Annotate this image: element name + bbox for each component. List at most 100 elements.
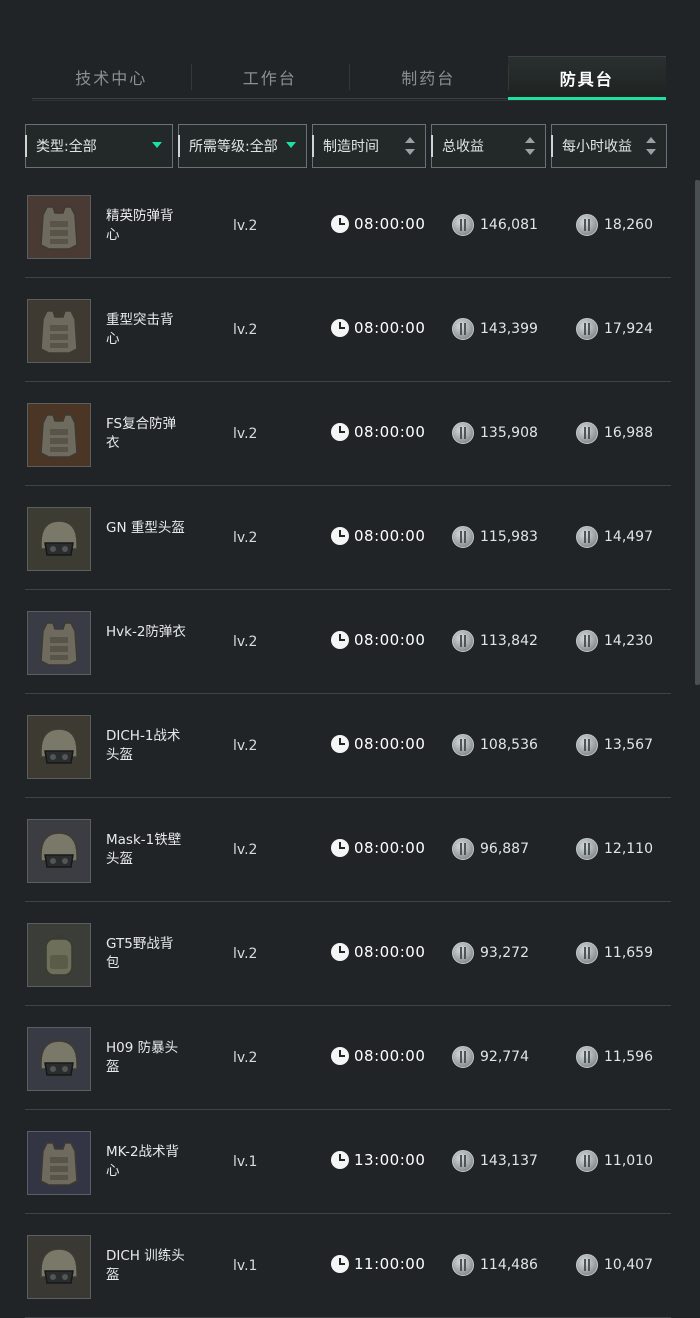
item-level: lv.2 [233, 946, 258, 962]
hourly-profit-value: 18,260 [604, 217, 653, 233]
craft-time: 08:00:00 [331, 423, 425, 441]
list-item[interactable]: Hvk-2防弹衣 lv.2 08:00:00 113,842 14,230 [25, 590, 671, 694]
total-profit: 115,983 [452, 526, 538, 548]
total-profit: 143,137 [452, 1150, 538, 1172]
clock-icon [331, 839, 349, 857]
hourly-profit-value: 11,659 [604, 945, 653, 961]
item-level: lv.2 [233, 842, 258, 858]
tab-tech-center[interactable]: 技术中心 [32, 56, 191, 98]
coin-icon [452, 942, 474, 964]
sort-hourly-profit-button[interactable]: 每小时收益 [551, 124, 667, 168]
total-profit: 146,081 [452, 214, 538, 236]
vest-icon [40, 310, 78, 354]
item-level: lv.1 [233, 1258, 258, 1274]
type-filter-label: 类型:全部 [36, 139, 97, 155]
craft-time-value: 08:00:00 [354, 735, 426, 753]
item-thumbnail [27, 299, 91, 363]
item-thumbnail [27, 819, 91, 883]
coin-icon [576, 1254, 598, 1276]
clock-icon [331, 215, 349, 233]
craft-time: 13:00:00 [331, 1151, 425, 1169]
item-name: GT5野战背包 [106, 936, 174, 971]
coin-icon [452, 422, 474, 444]
hourly-profit-value: 11,010 [604, 1153, 653, 1169]
list-item[interactable]: H09 防暴头盔 lv.2 08:00:00 92,774 11,596 [25, 1006, 671, 1110]
vest-icon [40, 1142, 78, 1186]
item-name: MK-2战术背心 [106, 1144, 180, 1179]
total-profit: 96,887 [452, 838, 529, 860]
sort-total-profit-button[interactable]: 总收益 [431, 124, 546, 168]
coin-icon [576, 422, 598, 444]
total-profit-value: 143,399 [480, 321, 538, 337]
total-profit: 135,908 [452, 422, 538, 444]
tab-pharmacy[interactable]: 制药台 [349, 56, 508, 98]
hourly-profit: 17,924 [576, 318, 653, 340]
craft-time-value: 08:00:00 [354, 319, 426, 337]
tab-armor-bench[interactable]: 防具台 [507, 56, 666, 101]
list-item[interactable]: Mask-1铁壁头盔 lv.2 08:00:00 96,887 12,110 [25, 798, 671, 902]
list-item[interactable]: 精英防弹背心 lv.2 08:00:00 146,081 18,260 [25, 174, 671, 278]
coin-icon [576, 1150, 598, 1172]
caret-down-icon [286, 142, 296, 148]
clock-icon [331, 1255, 349, 1273]
total-profit: 93,272 [452, 942, 529, 964]
type-filter-dropdown[interactable]: 类型:全部 [25, 124, 173, 168]
coin-icon [576, 318, 598, 340]
craft-time-value: 08:00:00 [354, 215, 426, 233]
clock-icon [331, 423, 349, 441]
scrollbar[interactable] [695, 180, 700, 685]
hourly-profit: 10,407 [576, 1254, 653, 1276]
total-profit: 143,399 [452, 318, 538, 340]
list-item[interactable]: FS复合防弹衣 lv.2 08:00:00 135,908 16,988 [25, 382, 671, 486]
craft-time-value: 08:00:00 [354, 631, 426, 649]
helmet-icon [40, 1248, 78, 1284]
coin-icon [452, 318, 474, 340]
craft-time-value: 13:00:00 [354, 1151, 426, 1169]
coin-icon [452, 734, 474, 756]
item-level: lv.2 [233, 218, 258, 234]
sort-arrows-icon [525, 137, 535, 157]
sort-arrows-icon [405, 137, 415, 157]
list-item[interactable]: GN 重型头盔 lv.2 08:00:00 115,983 14,497 [25, 486, 671, 590]
item-level: lv.2 [233, 530, 258, 546]
craft-time-value: 08:00:00 [354, 527, 426, 545]
total-profit-value: 143,137 [480, 1153, 538, 1169]
item-name: DICH 训练头盔 [106, 1248, 185, 1283]
item-level: lv.2 [233, 426, 258, 442]
tab-workbench[interactable]: 工作台 [190, 56, 350, 98]
item-level: lv.2 [233, 1050, 258, 1066]
list-item[interactable]: DICH 训练头盔 lv.1 11:00:00 114,486 10,407 [25, 1214, 671, 1318]
hourly-profit: 11,010 [576, 1150, 653, 1172]
craft-time: 08:00:00 [331, 319, 425, 337]
coin-icon [576, 526, 598, 548]
craft-time-value: 08:00:00 [354, 839, 426, 857]
list-item[interactable]: 重型突击背心 lv.2 08:00:00 143,399 17,924 [25, 278, 671, 382]
item-thumbnail [27, 923, 91, 987]
hourly-profit-value: 14,230 [604, 633, 653, 649]
craft-time: 08:00:00 [331, 215, 425, 233]
item-thumbnail [27, 403, 91, 467]
craft-time: 08:00:00 [331, 943, 425, 961]
clock-icon [331, 319, 349, 337]
item-thumbnail [27, 1027, 91, 1091]
item-name: Hvk-2防弹衣 [106, 624, 186, 640]
helmet-icon [40, 728, 78, 764]
sort-craft-time-button[interactable]: 制造时间 [312, 124, 426, 168]
item-thumbnail [27, 611, 91, 675]
total-profit-value: 115,983 [480, 529, 538, 545]
coin-icon [576, 734, 598, 756]
craft-time-value: 08:00:00 [354, 943, 426, 961]
item-level: lv.2 [233, 738, 258, 754]
item-level: lv.2 [233, 634, 258, 650]
list-item[interactable]: GT5野战背包 lv.2 08:00:00 93,272 11,659 [25, 902, 671, 1006]
total-profit-value: 114,486 [480, 1257, 538, 1273]
clock-icon [331, 735, 349, 753]
level-filter-dropdown[interactable]: 所需等级:全部 [178, 124, 307, 168]
coin-icon [576, 1046, 598, 1068]
list-item[interactable]: DICH-1战术头盔 lv.2 08:00:00 108,536 13,567 [25, 694, 671, 798]
hourly-profit: 18,260 [576, 214, 653, 236]
craft-time-value: 11:00:00 [354, 1255, 426, 1273]
filter-bar: 类型:全部 所需等级:全部 制造时间 总收益 每小时收益 [25, 124, 667, 170]
total-profit: 114,486 [452, 1254, 538, 1276]
list-item[interactable]: MK-2战术背心 lv.1 13:00:00 143,137 11,010 [25, 1110, 671, 1214]
